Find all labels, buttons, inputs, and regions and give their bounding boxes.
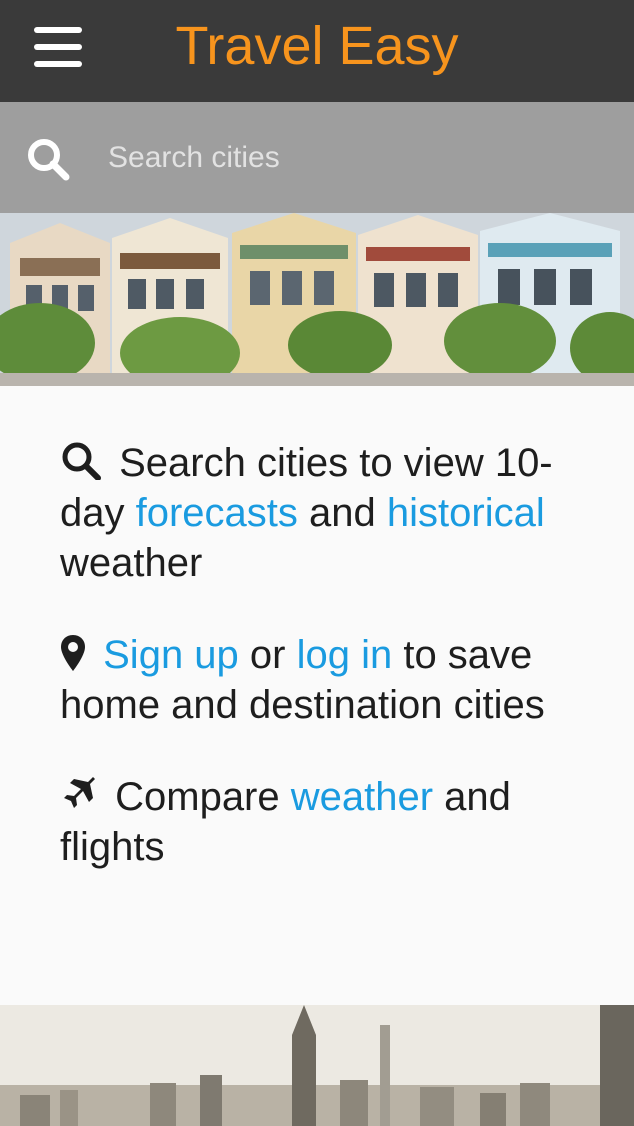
hero-houses-image [0,213,634,386]
sign-up-link[interactable]: Sign up [103,633,239,677]
city-skyline-image [0,1005,634,1126]
feature-compare: Compare weather and flights [60,775,511,869]
log-in-link[interactable]: log in [297,633,393,677]
search-input[interactable] [108,130,608,186]
forecasts-link[interactable]: forecasts [136,491,298,535]
feature-signup: Sign up or log in to save home and desti… [60,633,545,727]
historical-link[interactable]: historical [387,491,545,535]
search-icon[interactable] [26,137,70,181]
map-marker-icon [61,635,85,671]
features-list: Search cities to view 10-day forecasts a… [60,438,600,914]
search-icon [62,442,101,480]
plane-icon [64,777,95,808]
top-app-bar: Travel Easy [0,0,634,102]
feature-search: Search cities to view 10-day forecasts a… [60,441,553,585]
weather-link[interactable]: weather [291,775,433,819]
app-title: Travel Easy [175,16,459,76]
